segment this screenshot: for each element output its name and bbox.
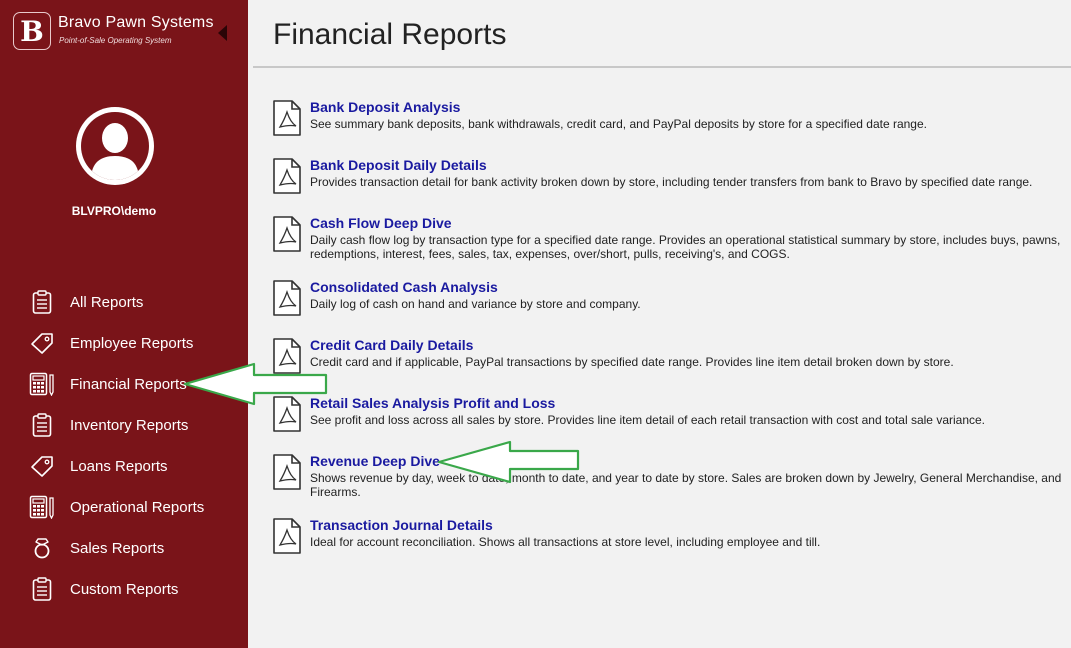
user-silhouette-icon [91, 123, 139, 180]
pdf-file-icon[interactable] [272, 453, 302, 491]
nav-label: Sales Reports [70, 539, 165, 557]
report-description: Provides transaction detail for bank act… [310, 175, 1033, 189]
annotation-arrow-icon [183, 362, 328, 406]
report-link[interactable]: Consolidated Cash Analysis [310, 279, 498, 295]
report-description: Ideal for account reconciliation. Shows … [310, 535, 821, 549]
collapse-sidebar-icon[interactable] [218, 25, 227, 41]
nav-item-inventory-reports[interactable]: Inventory Reports [26, 410, 236, 440]
nav-label: Operational Reports [70, 498, 205, 516]
nav-label: Financial Reports [70, 375, 187, 393]
report-link[interactable]: Cash Flow Deep Dive [310, 215, 452, 231]
nav-label: Inventory Reports [70, 416, 189, 434]
clipboard-icon [26, 289, 58, 315]
title-divider [253, 66, 1071, 68]
nav-item-employee-reports[interactable]: Employee Reports [26, 328, 236, 358]
pdf-file-icon[interactable] [272, 517, 302, 555]
pdf-file-icon[interactable] [272, 279, 302, 317]
nav-label: Custom Reports [70, 580, 179, 598]
report-description: See summary bank deposits, bank withdraw… [310, 117, 927, 131]
brand-logo[interactable]: B [13, 12, 51, 50]
report-description: See profit and loss across all sales by … [310, 413, 986, 427]
nav-item-all-reports[interactable]: All Reports [26, 287, 236, 317]
nav-item-custom-reports[interactable]: Custom Reports [26, 574, 236, 604]
pdf-file-icon[interactable] [272, 99, 302, 137]
report-link[interactable]: Bank Deposit Analysis [310, 99, 460, 115]
report-description: Daily log of cash on hand and variance b… [310, 297, 641, 311]
report-link[interactable]: Credit Card Daily Details [310, 337, 473, 353]
username: BLVPRO\demo [71, 204, 157, 218]
report-link[interactable]: Transaction Journal Details [310, 517, 493, 533]
nav-label: Employee Reports [70, 334, 194, 352]
avatar[interactable] [76, 107, 154, 185]
annotation-arrow-icon [437, 440, 580, 484]
pdf-file-icon[interactable] [272, 215, 302, 253]
brand-tagline: Point-of-Sale Operating System [59, 36, 172, 45]
report-description: Daily cash flow log by transaction type … [310, 233, 1061, 261]
calculator-icon [26, 494, 58, 520]
nav-item-operational-reports[interactable]: Operational Reports [26, 492, 236, 522]
pdf-file-icon[interactable] [272, 157, 302, 195]
report-description: Credit card and if applicable, PayPal tr… [310, 355, 954, 369]
sidebar: B Bravo Pawn Systems Point-of-Sale Opera… [0, 0, 248, 648]
ring-icon [26, 535, 58, 561]
tag-icon [26, 453, 58, 479]
report-link[interactable]: Revenue Deep Dive [310, 453, 440, 469]
tag-icon [26, 330, 58, 356]
nav-item-sales-reports[interactable]: Sales Reports [26, 533, 236, 563]
page-title: Financial Reports [273, 18, 507, 51]
clipboard-icon [26, 412, 58, 438]
report-link[interactable]: Retail Sales Analysis Profit and Loss [310, 395, 555, 411]
calculator-icon [26, 371, 58, 397]
brand-name: Bravo Pawn Systems [58, 14, 214, 31]
nav-item-loans-reports[interactable]: Loans Reports [26, 451, 236, 481]
clipboard-icon [26, 576, 58, 602]
report-description: Shows revenue by day, week to date, mont… [310, 471, 1062, 499]
nav-label: Loans Reports [70, 457, 168, 475]
nav-label: All Reports [70, 293, 144, 311]
report-link[interactable]: Bank Deposit Daily Details [310, 157, 487, 173]
